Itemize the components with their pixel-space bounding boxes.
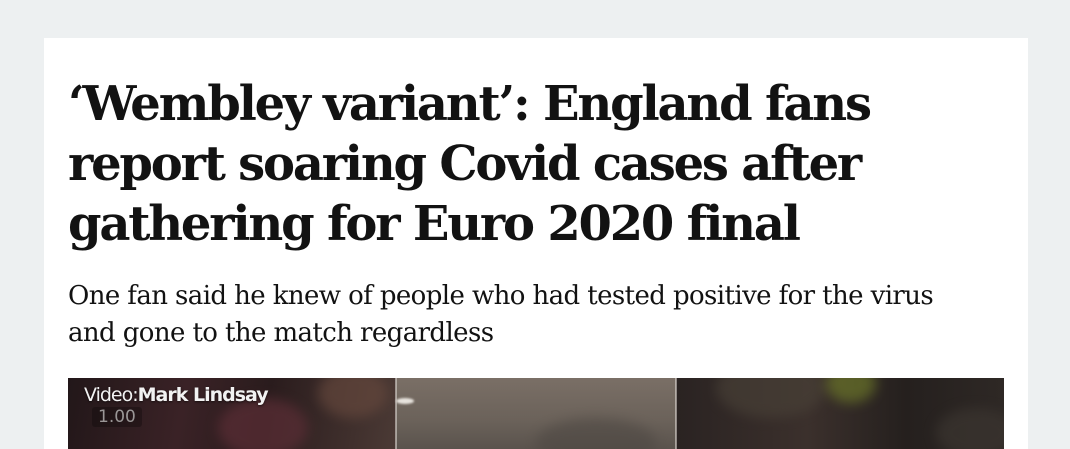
standfirst-line: One fan said he knew of people who had t… bbox=[68, 281, 934, 311]
frame-divider bbox=[675, 378, 677, 449]
article-card: ‘Wembley variant’: England fans report so… bbox=[44, 38, 1028, 449]
article-standfirst: One fan said he knew of people who had t… bbox=[68, 278, 988, 352]
article-headline: ‘Wembley variant’: England fans report so… bbox=[68, 74, 968, 254]
headline-line: ‘Wembley variant’: England fans bbox=[68, 76, 872, 132]
headline-line: report soaring Covid cases after bbox=[68, 136, 862, 192]
video-credit-name: Mark Lindsay bbox=[137, 384, 269, 406]
headline-line: gathering for Euro 2020 final bbox=[68, 196, 801, 252]
video-frame-right bbox=[676, 378, 1004, 449]
playback-rate[interactable]: 1.00 bbox=[92, 407, 142, 427]
video-frame-middle bbox=[396, 378, 676, 449]
video-player[interactable]: Video:Mark Lindsay 1.00 bbox=[68, 378, 1004, 449]
video-credit: Video:Mark Lindsay bbox=[84, 384, 269, 406]
standfirst-line: and gone to the match regardless bbox=[68, 318, 494, 348]
frame-divider bbox=[395, 378, 397, 449]
video-credit-prefix: Video: bbox=[84, 384, 139, 406]
